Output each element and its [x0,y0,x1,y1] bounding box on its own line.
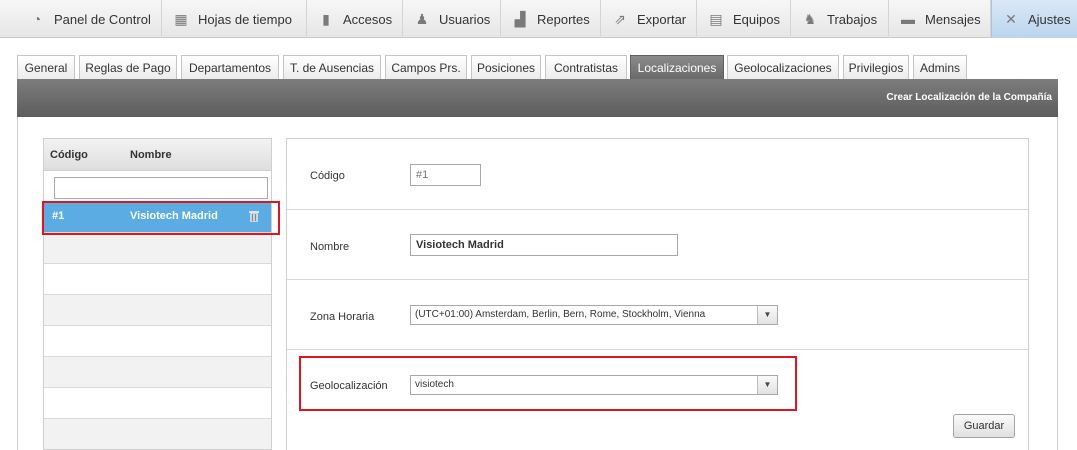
nav-usuarios[interactable]: ♟ Usuarios [403,0,501,38]
nav-trabajos[interactable]: ♞ Trabajos [791,0,889,38]
name-input[interactable]: Visiotech Madrid [410,234,678,256]
list-header: Código Nombre [44,139,271,171]
list-filter-input[interactable] [54,177,268,199]
location-list: Código Nombre #1 Visiotech Madrid [43,138,272,450]
table-row [44,294,271,325]
code-label: Código [310,170,345,182]
filter-row [44,171,271,201]
nav-mensajes[interactable]: ▬ Mensajes [889,0,991,38]
nav-hojas-de-tiempo[interactable]: ▦ Hojas de tiempo [162,0,307,38]
tab-departamentos[interactable]: Departamentos [181,55,279,79]
nav-ajustes[interactable]: ✕ Ajustes [991,0,1077,38]
tab-ausencias[interactable]: T. de Ausencias [283,55,381,79]
form-row-name: Nombre Visiotech Madrid [287,210,1028,280]
nav-label: Exportar [637,11,687,27]
tab-admins[interactable]: Admins [913,55,967,79]
table-row [44,418,271,449]
table-row [44,387,271,418]
form-row-timezone: Zona Horaria (UTC+01:00) Amsterdam, Berl… [287,280,1028,350]
top-navigation: ◔ Panel de Control ▦ Hojas de tiempo ▮ A… [0,0,1077,38]
nav-panel-de-control[interactable]: ◔ Panel de Control [18,0,162,38]
tab-campos-prs[interactable]: Campos Prs. [385,55,467,79]
workers-icon: ♞ [803,11,817,27]
timezone-select[interactable]: (UTC+01:00) Amsterdam, Berlin, Bern, Rom… [410,305,778,325]
timezone-label: Zona Horaria [310,311,375,323]
tab-general[interactable]: General [17,55,75,79]
nav-label: Panel de Control [54,11,151,27]
nav-label: Equipos [733,11,780,27]
nav-equipos[interactable]: ▤ Equipos [697,0,791,38]
table-row [44,325,271,356]
tools-icon: ✕ [1005,11,1017,27]
create-location-link[interactable]: Crear Localización de la Compañía [886,92,1052,103]
code-input[interactable] [410,164,481,186]
bar-chart-icon: ▟ [514,11,526,27]
calendar-icon: ▦ [174,11,188,27]
tab-reglas-de-pago[interactable]: Reglas de Pago [79,55,177,79]
table-row [44,263,271,294]
table-row [44,232,271,263]
nav-label: Reportes [537,11,590,27]
section-toolbar: Crear Localización de la Compañía [17,79,1058,117]
column-header-name: Nombre [130,149,172,161]
nav-label: Ajustes [1028,11,1071,27]
chevron-down-icon: ▼ [757,306,777,324]
tab-contratistas[interactable]: Contratistas [545,55,627,79]
nav-label: Usuarios [439,11,491,27]
highlight-geolocation [299,356,797,411]
tab-localizaciones[interactable]: Localizaciones [630,55,724,79]
tab-privilegios[interactable]: Privilegios [843,55,909,79]
export-icon: ⇗ [614,11,626,27]
save-button[interactable]: Guardar [953,414,1015,438]
tab-posiciones[interactable]: Posiciones [471,55,541,79]
nav-exportar[interactable]: ⇗ Exportar [601,0,697,38]
message-icon: ▬ [901,11,915,27]
nav-reportes[interactable]: ▟ Reportes [501,0,601,38]
table-row [44,356,271,387]
door-icon: ▮ [322,11,330,27]
dashboard-icon: ◔ [32,11,42,27]
form-row-code: Código [287,139,1028,210]
timezone-value: (UTC+01:00) Amsterdam, Berlin, Bern, Rom… [415,309,706,320]
name-label: Nombre [310,241,350,253]
nav-label: Trabajos [827,11,878,27]
tab-geolocalizaciones[interactable]: Geolocalizaciones [727,55,839,79]
highlight-selected-row [42,201,280,235]
device-icon: ▤ [709,11,723,27]
nav-accesos[interactable]: ▮ Accesos [307,0,403,38]
column-header-code: Código [50,149,88,161]
nav-label: Accesos [343,11,393,27]
user-icon: ♟ [415,11,429,27]
nav-label: Hojas de tiempo [198,11,292,27]
nav-label: Mensajes [925,11,981,27]
